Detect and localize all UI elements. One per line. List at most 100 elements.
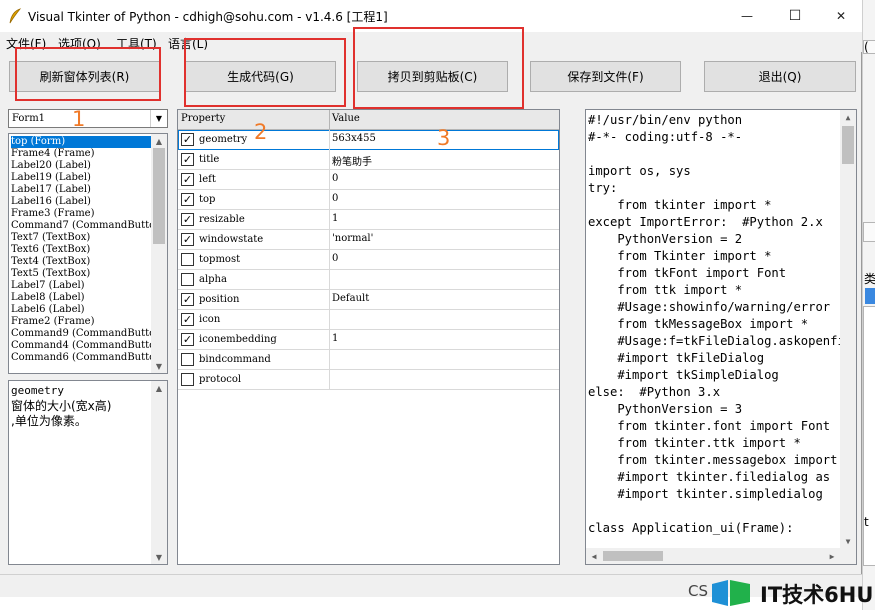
scroll-down-icon[interactable]: ▼ xyxy=(840,534,856,548)
checkbox-checked[interactable]: ✓ xyxy=(181,193,194,206)
scroll-down-icon[interactable]: ▼ xyxy=(151,359,167,373)
code-line: from tkinter.font import Font xyxy=(588,419,831,433)
scroll-thumb[interactable] xyxy=(603,551,663,561)
control-list-item[interactable]: Label6 (Label) xyxy=(11,304,151,316)
code-line: #Usage:showinfo/warning/error xyxy=(588,300,831,314)
save-to-file-button[interactable]: 保存到文件(F) xyxy=(530,61,681,92)
property-name: position xyxy=(199,294,240,305)
property-row[interactable]: topmost 0 xyxy=(178,250,559,270)
annotation-box-3 xyxy=(353,27,524,109)
scroll-up-icon[interactable]: ▲ xyxy=(840,110,856,124)
control-list-item[interactable]: Frame2 (Frame) xyxy=(11,316,151,328)
help-title: geometry xyxy=(11,384,64,397)
control-list-item[interactable]: Text5 (TextBox) xyxy=(11,268,151,280)
control-list-item[interactable]: Text6 (TextBox) xyxy=(11,244,151,256)
scroll-thumb[interactable] xyxy=(842,126,854,164)
property-row[interactable]: ✓ top 0 xyxy=(178,190,559,210)
scroll-down-icon[interactable]: ▼ xyxy=(151,550,167,564)
close-button[interactable]: ✕ xyxy=(818,0,864,32)
checkbox-unchecked[interactable] xyxy=(181,353,194,366)
property-value[interactable]: Default xyxy=(332,293,369,304)
background-window-field xyxy=(863,222,875,242)
checkbox-unchecked[interactable] xyxy=(181,273,194,286)
control-list-item[interactable]: Command6 (CommandButton xyxy=(11,352,151,364)
checkbox-checked[interactable]: ✓ xyxy=(181,153,194,166)
checkbox-checked[interactable]: ✓ xyxy=(181,313,194,326)
background-window: ( 类 t xyxy=(862,0,875,610)
scroll-up-icon[interactable]: ▲ xyxy=(151,134,167,148)
code-line: try: xyxy=(588,181,618,195)
property-row[interactable]: ✓ windowstate 'normal' xyxy=(178,230,559,250)
control-list-item[interactable]: Label17 (Label) xyxy=(11,184,151,196)
watermark-logo-icon xyxy=(712,580,750,606)
property-row[interactable]: alpha xyxy=(178,270,559,290)
control-list-item[interactable]: Command4 (CommandButton xyxy=(11,340,151,352)
property-row[interactable]: ✓ iconembedding 1 xyxy=(178,330,559,350)
property-row[interactable]: ✓ icon xyxy=(178,310,559,330)
property-grid[interactable]: Property Value ✓ geometry 563x455 ✓ title 粉笔助… xyxy=(177,109,560,565)
property-value[interactable]: 563x455 xyxy=(332,133,376,144)
property-row[interactable]: protocol xyxy=(178,370,559,390)
code-line: #Usage:f=tkFileDialog.askopenfilename xyxy=(617,334,856,348)
control-list-item[interactable]: Frame3 (Frame) xyxy=(11,208,151,220)
checkbox-checked[interactable]: ✓ xyxy=(181,333,194,346)
property-row[interactable]: ✓ left 0 xyxy=(178,170,559,190)
code-horizontal-scrollbar[interactable]: ◀ ▶ xyxy=(586,548,840,564)
chevron-down-icon[interactable]: ▼ xyxy=(150,110,167,127)
property-value[interactable]: 粉笔助手 xyxy=(332,153,372,168)
scroll-left-icon[interactable]: ◀ xyxy=(586,549,602,563)
checkbox-checked[interactable]: ✓ xyxy=(181,133,194,146)
control-list-item[interactable]: Label19 (Label) xyxy=(11,172,151,184)
code-line: except ImportError: #Python 2.x xyxy=(588,215,823,229)
property-name: geometry xyxy=(199,134,248,145)
control-list-scrollbar[interactable]: ▲ ▼ xyxy=(151,134,167,373)
property-value[interactable]: 0 xyxy=(332,193,338,204)
value-column-header[interactable]: Value xyxy=(332,113,360,124)
property-value[interactable]: 1 xyxy=(332,333,338,344)
property-row[interactable]: ✓ title 粉笔助手 xyxy=(178,150,559,170)
code-line: from tkMessageBox import * xyxy=(588,317,809,331)
minimize-button[interactable]: — xyxy=(724,0,770,32)
property-row[interactable]: ✓ resizable 1 xyxy=(178,210,559,230)
checkbox-checked[interactable]: ✓ xyxy=(181,293,194,306)
property-value[interactable]: 0 xyxy=(332,253,338,264)
control-list-item[interactable]: top (Form) xyxy=(11,136,151,148)
background-window-glyph: t xyxy=(864,515,869,529)
property-column-header[interactable]: Property xyxy=(181,113,225,124)
maximize-button[interactable]: ☐ xyxy=(772,0,818,32)
property-name: bindcommand xyxy=(199,354,271,365)
property-value[interactable]: 0 xyxy=(332,173,338,184)
control-list-item[interactable]: Text4 (TextBox) xyxy=(11,256,151,268)
property-row[interactable]: bindcommand xyxy=(178,350,559,370)
checkbox-checked[interactable]: ✓ xyxy=(181,173,194,186)
code-line: #-*- coding:utf-8 -*- xyxy=(588,130,743,144)
control-list-item[interactable]: Text7 (TextBox) xyxy=(11,232,151,244)
property-name: left xyxy=(199,174,216,185)
scroll-right-icon[interactable]: ▶ xyxy=(824,549,840,563)
control-list-item[interactable]: Command9 (CommandButton xyxy=(11,328,151,340)
help-scrollbar[interactable]: ▲ ▼ xyxy=(151,381,167,564)
checkbox-unchecked[interactable] xyxy=(181,253,194,266)
scroll-thumb[interactable] xyxy=(153,148,165,244)
property-value[interactable]: 1 xyxy=(332,213,338,224)
control-list-item[interactable]: Frame4 (Frame) xyxy=(11,148,151,160)
control-list-item[interactable]: Label20 (Label) xyxy=(11,160,151,172)
checkbox-unchecked[interactable] xyxy=(181,373,194,386)
control-list[interactable]: top (Form) Frame4 (Frame) Label20 (Label) L… xyxy=(8,133,168,374)
property-help-box: geometry 窗体的大小(宽x高) ,单位为像素。 ▲ ▼ xyxy=(8,380,168,565)
control-list-item[interactable]: Label16 (Label) xyxy=(11,196,151,208)
checkbox-checked[interactable]: ✓ xyxy=(181,233,194,246)
control-list-item[interactable]: Label8 (Label) xyxy=(11,292,151,304)
code-vertical-scrollbar[interactable]: ▲ ▼ xyxy=(840,110,856,564)
property-row[interactable]: ✓ position Default xyxy=(178,290,559,310)
control-list-item[interactable]: Command7 (CommandButton xyxy=(11,220,151,232)
property-row[interactable]: ✓ geometry 563x455 xyxy=(178,130,559,150)
code-view[interactable]: #!/usr/bin/env python #-*- coding:utf-8 -… xyxy=(585,109,857,565)
form-select[interactable]: Form1 ▼ xyxy=(8,109,168,128)
control-list-item[interactable]: Label7 (Label) xyxy=(11,280,151,292)
property-name: title xyxy=(199,154,220,165)
exit-button[interactable]: 退出(Q) xyxy=(704,61,856,92)
checkbox-checked[interactable]: ✓ xyxy=(181,213,194,226)
scroll-up-icon[interactable]: ▲ xyxy=(151,381,167,395)
property-value[interactable]: 'normal' xyxy=(332,233,373,244)
